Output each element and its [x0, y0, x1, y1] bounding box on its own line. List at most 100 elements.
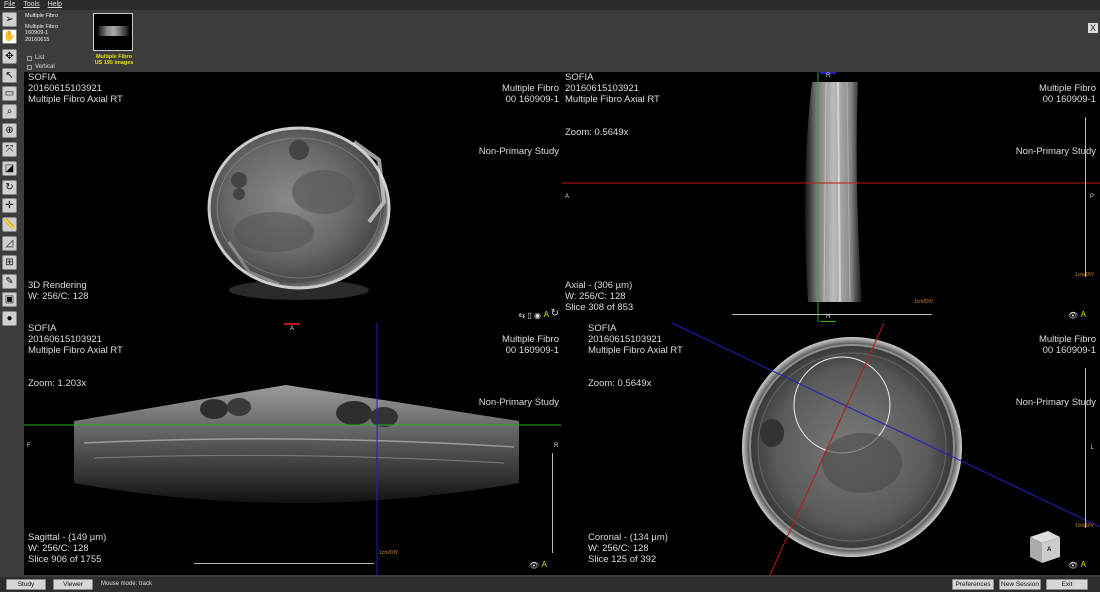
horizontal-scale-ruler [732, 314, 932, 315]
orientation-top: R [826, 73, 831, 79]
orientation-indicator: A [543, 310, 549, 319]
patient-name-overlay: Multiple Fibro [501, 83, 559, 94]
list-option[interactable]: List [27, 55, 44, 61]
menu-help[interactable]: Help [48, 0, 62, 10]
orientation-right: P [1089, 194, 1094, 200]
institution-label: SOFIA [28, 323, 57, 334]
move-icon[interactable]: ✛ [2, 198, 17, 213]
vertical-option-label: Vertical [35, 64, 55, 70]
volume-icon[interactable]: ▣ [2, 292, 17, 307]
eye-icon[interactable]: 👁 [1068, 311, 1078, 320]
vertical-checkbox[interactable] [27, 64, 32, 70]
mouse-mode-label: Mouse mode: track [101, 581, 153, 587]
orientation-indicator: A [1080, 310, 1086, 319]
vertical-option[interactable]: Vertical [27, 64, 55, 70]
study-datetime: 20160615103921 [565, 83, 639, 94]
orientation-indicator: A [541, 560, 547, 569]
annotate-icon[interactable]: ✎ [2, 274, 17, 289]
hand-icon[interactable]: ✋ [2, 29, 17, 44]
study-button[interactable]: Study [6, 579, 46, 590]
window-level-label: W: 256/C: 128 [588, 543, 649, 554]
orientation-right: R [554, 443, 559, 449]
menu-bar: File Tools Help [0, 0, 1100, 10]
pan-icon[interactable]: ✥ [2, 49, 17, 64]
rotate-icon[interactable]: ↻ [2, 180, 17, 195]
scale-label: 1cm/DIV [914, 299, 934, 305]
view-mode-label: 3D Rendering [28, 280, 87, 291]
angle-icon[interactable]: ◿ [2, 236, 17, 251]
cube-face-label: A [1047, 547, 1052, 553]
series-thumbnail[interactable] [93, 13, 133, 51]
orientation-indicator: A [1080, 560, 1086, 569]
study-datetime: 20160615103921 [28, 83, 102, 94]
list-checkbox[interactable] [27, 55, 32, 61]
patient-id-overlay: 00 160909-1 [505, 345, 559, 356]
viewport-coronal[interactable]: SOFIA 20160615103921 Multiple Fibro Axia… [562, 323, 1100, 575]
window-level-label: W: 256/C: 128 [28, 543, 89, 554]
series-description: Multiple Fibro Axial RT [588, 345, 683, 356]
eye-icon[interactable]: 👁 [529, 561, 539, 570]
non-primary-label: Non-Primary Study [1015, 146, 1096, 157]
patient-name-overlay: Multiple Fibro [1038, 83, 1096, 94]
orientation-left: F [27, 443, 31, 449]
window-level-label: W: 256/C: 128 [565, 291, 626, 302]
orientation-top: A [290, 326, 295, 332]
viewport-sagittal[interactable]: SOFIA 20160615103921 Multiple Fibro Axia… [24, 323, 561, 575]
zoom-label: Zoom: 1.203x [28, 378, 87, 389]
study-header: Multiple Fibro Multiple Fibro 160909-1 2… [0, 10, 1100, 72]
menu-tools[interactable]: Tools [23, 0, 39, 10]
preferences-button[interactable]: Preferences [952, 579, 994, 590]
scale-label: 1cm/DIV [379, 550, 399, 556]
ruler-icon[interactable]: 📏 [2, 217, 17, 232]
series-description: Multiple Fibro Axial RT [565, 94, 660, 105]
pointer-icon[interactable]: ↖ [2, 68, 17, 83]
study-date: 20160615 [25, 36, 50, 43]
slice-label: Slice 308 of 853 [565, 302, 634, 313]
patient-name-overlay: Multiple Fibro [1038, 334, 1096, 345]
orientation-left: A [565, 194, 570, 200]
viewport-tool-icons[interactable]: ⇆ ▯ ◉ [518, 311, 541, 320]
eye-icon[interactable]: 👁 [1068, 561, 1078, 570]
view-mode-label: Sagittal - (149 µm) [28, 532, 107, 543]
menu-file[interactable]: File [4, 0, 15, 10]
orientation-right: L [1090, 445, 1094, 451]
non-primary-label: Non-Primary Study [478, 397, 559, 408]
page-icon[interactable]: ▭ [2, 86, 17, 101]
thumbnail-image [98, 26, 129, 36]
vertical-scale-ruler [1085, 117, 1086, 277]
window-level-label: W: 256/C: 128 [28, 291, 89, 302]
view-mode-label: Axial - (306 µm) [565, 280, 633, 291]
series-description: Multiple Fibro Axial RT [28, 345, 123, 356]
viewer-button[interactable]: Viewer [53, 579, 93, 590]
rotate-view-icon[interactable]: ↻ [551, 308, 559, 319]
new-session-button[interactable]: New Session [999, 579, 1041, 590]
expand-icon[interactable]: ➢ [2, 12, 17, 27]
slice-label: Slice 125 of 392 [588, 554, 657, 565]
view-mode-label: Coronal - (134 µm) [588, 532, 668, 543]
zoom-region-icon[interactable]: ⊕ [2, 123, 17, 138]
zoom-icon[interactable]: ⌕ [2, 104, 17, 119]
sphere-icon[interactable]: ● [2, 311, 17, 326]
series-description: Multiple Fibro Axial RT [28, 94, 123, 105]
rendering-image [207, 126, 391, 300]
exit-button[interactable]: Exit [1046, 579, 1088, 590]
grid-icon[interactable]: ⊞ [2, 255, 17, 270]
non-primary-label: Non-Primary Study [1015, 397, 1096, 408]
patient-id-overlay: 00 160909-1 [1042, 345, 1096, 356]
institution-label: SOFIA [28, 72, 57, 83]
contrast-icon[interactable]: ◪ [2, 161, 17, 176]
institution-label: SOFIA [588, 323, 617, 334]
study-info: Multiple Fibro Multiple Fibro 160909-1 2… [25, 13, 58, 43]
thumbnail-image-count: US 195 images [94, 60, 134, 66]
patient-id-overlay: 00 160909-1 [505, 94, 559, 105]
viewport-3d[interactable]: SOFIA 20160615103921 Multiple Fibro Axia… [24, 72, 561, 322]
study-datetime: 20160615103921 [588, 334, 662, 345]
crosshair-tool-icon[interactable]: ⤧ [2, 142, 17, 157]
study-name: Multiple Fibro [25, 13, 59, 19]
patient-name-overlay: Multiple Fibro [501, 334, 559, 345]
vertical-scale-ruler [552, 453, 553, 553]
viewport-axial[interactable]: SOFIA 20160615103921 Multiple Fibro Axia… [562, 72, 1100, 322]
close-button[interactable]: X [1088, 23, 1098, 33]
patient-id-overlay: 00 160909-1 [1042, 94, 1096, 105]
orientation-cube-icon[interactable] [1030, 531, 1060, 563]
